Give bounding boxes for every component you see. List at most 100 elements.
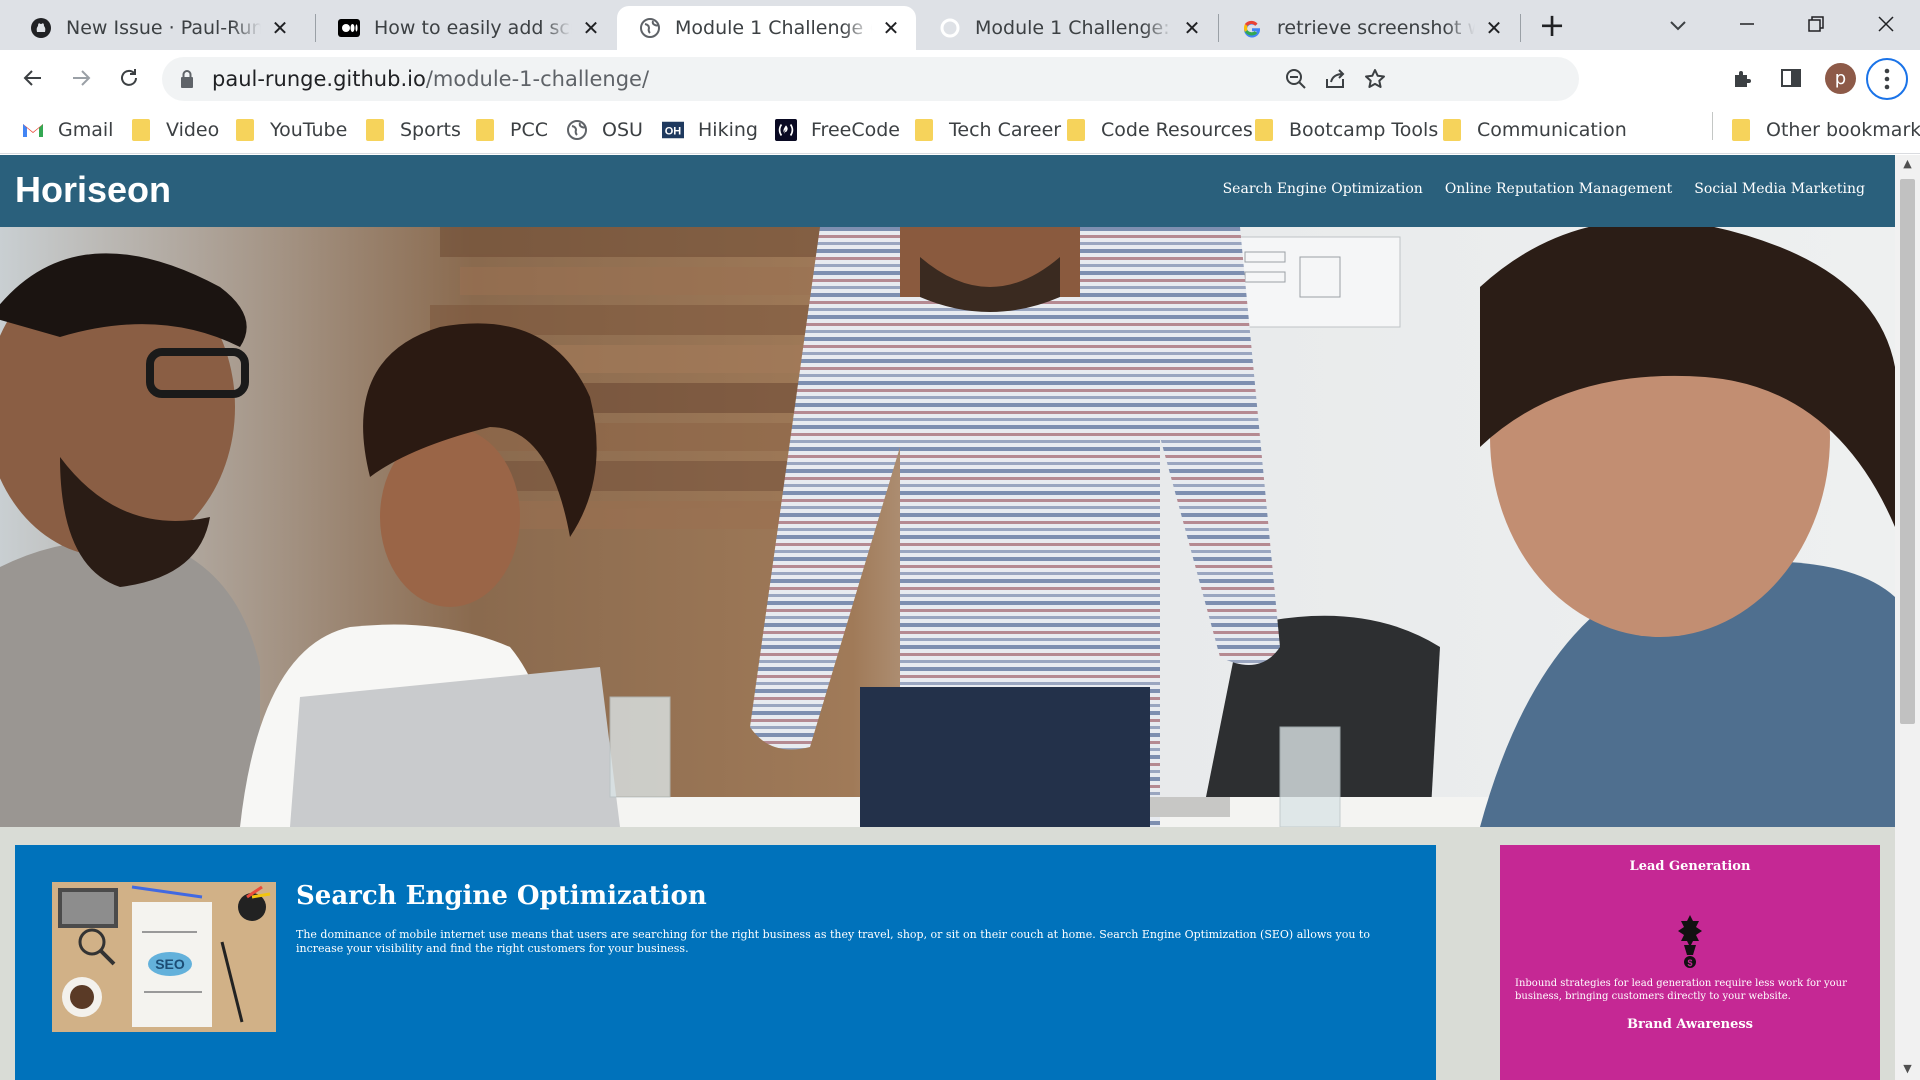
loading-icon [939,17,961,39]
seo-section: SEO Search Engine Optimization The domin… [15,845,1436,1080]
browser-toolbar: paul-runge.github.io/module-1-challenge/… [0,50,1920,107]
bookmark-folder-pcc[interactable]: PCC [474,114,548,146]
bookmark-folder-other[interactable]: Other bookmarks [1730,114,1920,146]
url-text: paul-runge.github.io/module-1-challenge/ [212,65,649,93]
tab-search-button[interactable] [1663,10,1693,40]
folder-icon [1065,119,1087,141]
nav-link-reputation[interactable]: Online Reputation Management [1445,181,1672,197]
url-path: /module-1-challenge/ [425,67,650,91]
close-icon[interactable]: ✕ [580,17,602,39]
site-header: Horiseon Search Engine Optimization Onli… [0,155,1895,227]
folder-icon [130,119,152,141]
bookmark-osu[interactable]: OSU [566,114,643,146]
tab-divider [1520,14,1521,42]
minimize-icon [1740,23,1754,25]
minimize-button[interactable] [1727,8,1767,40]
gmail-icon [22,119,44,141]
nav-link-social-media[interactable]: Social Media Marketing [1694,181,1865,197]
bookmark-label: Sports [400,119,461,141]
share-icon[interactable] [1322,66,1348,92]
forward-button[interactable] [64,61,98,95]
tab-new-issue[interactable]: New Issue · Paul-Runge/m ✕ [8,6,305,50]
reload-button[interactable] [112,61,146,95]
tab-module-challenge-loading[interactable]: Module 1 Challenge: Rung ✕ [917,6,1217,50]
zoom-icon[interactable] [1283,66,1309,92]
bookmark-freecode[interactable]: FreeCode [775,114,900,146]
folder-icon [234,119,256,141]
svg-text:$: $ [1687,958,1692,968]
site-logo: Horiseon [15,169,172,210]
bookmark-folder-sports[interactable]: Sports [364,114,461,146]
tab-title: Module 1 Challenge (Hori [675,17,872,39]
brand-awareness-heading: Brand Awareness [1627,1017,1753,1032]
tab-google-search[interactable]: retrieve screenshot windo ✕ [1219,6,1519,50]
bookmark-label: Communication [1477,119,1627,141]
folder-icon [913,119,935,141]
bookmark-label: Video [166,119,220,141]
bookmark-label: Tech Career [949,119,1062,141]
tab-title: How to easily add screens [374,17,572,39]
bookmark-gmail[interactable]: Gmail [22,114,113,146]
page-scrollbar[interactable]: ▲ ▼ [1895,155,1920,1080]
seo-image-text: SEO [155,956,185,972]
globe-icon [566,119,588,141]
bookmark-folder-code-resources[interactable]: Code Resources [1065,114,1253,146]
arrow-right-icon [73,70,91,86]
tab-title: New Issue · Paul-Runge/m [66,17,261,39]
extensions-icon[interactable] [1728,63,1758,93]
close-icon[interactable]: ✕ [1483,17,1505,39]
seo-image: SEO [52,882,276,1032]
star-icon[interactable] [1362,66,1388,92]
seo-paragraph: The dominance of mobile internet use mea… [296,928,1370,955]
nav-link-seo[interactable]: Search Engine Optimization [1223,181,1423,197]
chrome-menu-button[interactable] [1866,58,1908,100]
lightbulb-icon: $ [1670,911,1710,971]
bookmark-folder-youtube[interactable]: YouTube [234,114,347,146]
lead-generation-text: Inbound strategies for lead generation r… [1515,978,1847,1002]
medium-icon [338,17,360,39]
back-button[interactable] [16,61,50,95]
scroll-up-arrow[interactable]: ▲ [1901,158,1914,170]
tab-medium-article[interactable]: How to easily add screens ✕ [316,6,616,50]
tab-title: retrieve screenshot windo [1277,17,1475,39]
profile-avatar[interactable]: p [1825,63,1856,94]
bookmark-hiking[interactable]: OH Hiking [662,114,758,146]
bookmark-folder-tech-career[interactable]: Tech Career [913,114,1061,146]
benefits-sidebar: Lead Generation $ Inbound strategies for… [1500,845,1880,1080]
folder-icon [474,119,496,141]
github-icon [30,17,52,39]
folder-icon [364,119,386,141]
scroll-thumb[interactable] [1900,179,1915,724]
svg-text:OH: OH [665,126,682,138]
tab-title: Module 1 Challenge: Rung [975,17,1173,39]
address-bar[interactable]: paul-runge.github.io/module-1-challenge/ [162,57,1579,101]
bookmark-folder-communication[interactable]: Communication [1441,114,1627,146]
tab-module-challenge-active[interactable]: Module 1 Challenge (Hori ✕ [617,6,916,50]
close-window-button[interactable] [1866,8,1906,40]
bookmark-label: Bootcamp Tools [1289,119,1439,141]
arrow-left-icon [23,70,41,86]
bookmark-label: PCC [510,119,548,141]
bookmark-label: Other bookmarks [1766,119,1920,141]
kebab-menu-icon [1884,68,1890,90]
bookmark-folder-bootcamp-tools[interactable]: Bootcamp Tools [1253,114,1438,146]
oh-icon: OH [662,119,684,141]
side-panel-icon[interactable] [1776,63,1806,93]
bookmark-folder-video[interactable]: Video [130,114,219,146]
close-icon [1878,16,1894,32]
restore-button[interactable] [1796,8,1836,40]
chevron-down-icon [1670,21,1686,31]
close-icon[interactable]: ✕ [1181,17,1203,39]
google-icon [1241,17,1263,39]
scroll-down-arrow[interactable]: ▼ [1901,1063,1914,1075]
bookmark-label: Hiking [698,119,758,141]
reload-icon [121,69,137,86]
url-domain: paul-runge.github.io [212,67,426,91]
seo-heading: Search Engine Optimization [296,881,707,911]
bookmarks-divider [1712,112,1713,140]
lock-icon [181,70,193,88]
close-icon[interactable]: ✕ [880,17,902,39]
close-icon[interactable]: ✕ [269,17,291,39]
tab-strip: New Issue · Paul-Runge/m ✕ How to easily… [0,0,1920,50]
new-tab-button[interactable]: + [1536,9,1568,42]
